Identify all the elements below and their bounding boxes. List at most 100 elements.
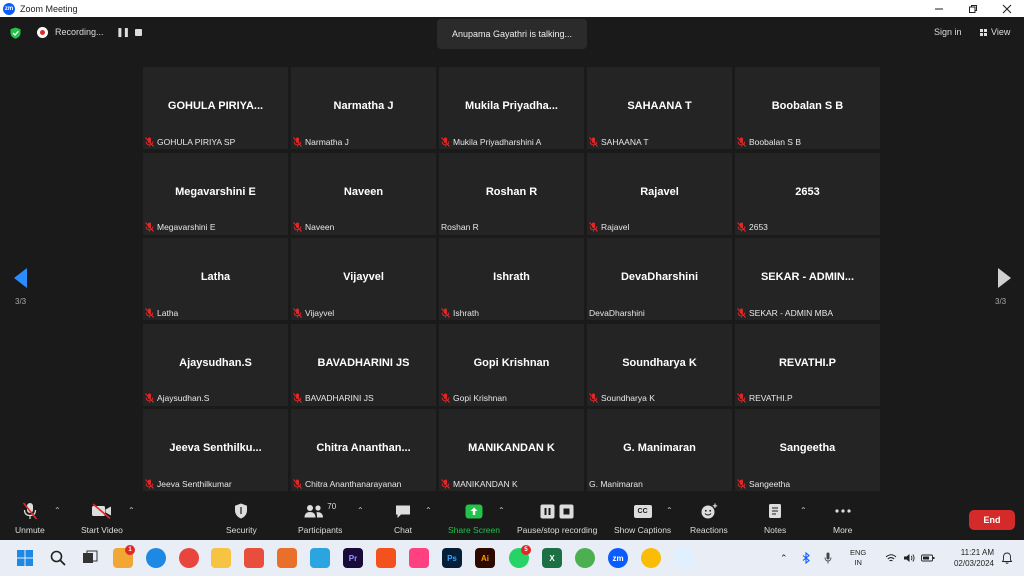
participant-tile[interactable]: Boobalan S B Boobalan S B bbox=[735, 67, 880, 149]
chat-button[interactable]: Chat bbox=[394, 501, 412, 535]
participant-label-text: Narmatha J bbox=[305, 136, 349, 147]
previous-page-arrow-icon[interactable] bbox=[14, 268, 28, 288]
search-icon[interactable] bbox=[48, 548, 68, 568]
start-video-button[interactable]: Start Video bbox=[81, 501, 123, 535]
minimize-button[interactable] bbox=[922, 0, 956, 17]
file-explorer-icon[interactable] bbox=[211, 548, 231, 568]
participant-name-label: Gopi Krishnan bbox=[441, 392, 511, 405]
color-app-icon[interactable] bbox=[409, 548, 429, 568]
tray-overflow-chevron-icon[interactable]: ⌃ bbox=[780, 553, 788, 564]
screen-tool-icon[interactable] bbox=[310, 548, 330, 568]
share-options-chevron-icon[interactable]: ⌃ bbox=[498, 506, 505, 515]
participant-tile[interactable]: MANIKANDAN K MANIKANDAN K bbox=[439, 409, 584, 491]
bluetooth-icon[interactable] bbox=[802, 552, 810, 564]
view-button[interactable]: View bbox=[980, 27, 1010, 37]
participant-display-name: 2653 bbox=[795, 185, 820, 198]
participant-tile[interactable]: Chitra Ananthan... Chitra Ananthanarayana… bbox=[291, 409, 436, 491]
meeting-toolbar: Unmute ⌃ Start Video ⌃ Security 70 Parti… bbox=[0, 496, 1024, 540]
notification-bell-icon[interactable] bbox=[1001, 552, 1013, 564]
participant-tile[interactable]: Soundharya K Soundharya K bbox=[587, 323, 732, 406]
clock[interactable]: 11:21 AM 02/03/2024 bbox=[944, 547, 994, 569]
participant-tile[interactable]: G. Manimaran G. Manimaran bbox=[587, 409, 732, 491]
excel-icon[interactable]: X bbox=[542, 548, 562, 568]
windows-start-icon[interactable] bbox=[15, 548, 35, 568]
language-indicator[interactable]: ENG IN bbox=[850, 548, 866, 568]
participant-tile[interactable]: Latha Latha bbox=[143, 238, 288, 320]
window-controls bbox=[922, 0, 1024, 17]
participant-tile[interactable]: Ajaysudhan.S Ajaysudhan.S bbox=[143, 323, 288, 406]
language-region: IN bbox=[854, 558, 862, 567]
share-screen-icon bbox=[465, 504, 483, 518]
participant-tile[interactable]: REVATHI.P REVATHI.P bbox=[735, 323, 880, 406]
participants-button[interactable]: 70 Participants bbox=[298, 501, 342, 536]
participant-tile[interactable]: Roshan R Roshan R bbox=[439, 152, 584, 235]
chat-icon bbox=[395, 505, 410, 518]
more-button[interactable]: More bbox=[833, 501, 852, 535]
participant-tile[interactable]: 2653 2653 bbox=[735, 152, 880, 235]
paint-icon[interactable] bbox=[244, 548, 264, 568]
audio-options-chevron-icon[interactable]: ⌃ bbox=[54, 506, 61, 515]
participant-tile[interactable]: DevaDharshini DevaDharshini bbox=[587, 238, 732, 320]
chrome-profile-icon[interactable] bbox=[575, 548, 595, 568]
participant-tile[interactable]: GOHULA PIRIYA... GOHULA PIRIYA SP bbox=[143, 67, 288, 149]
participant-tile[interactable]: Rajavel Rajavel bbox=[587, 152, 732, 235]
next-page-arrow-icon[interactable] bbox=[997, 268, 1011, 288]
participant-tile[interactable]: BAVADHARINI JS BAVADHARINI JS bbox=[291, 323, 436, 406]
windows-taskbar: ⌃ ENG IN 11:21 AM 02/03/2024 Pr Ps Ai Xzm 1 5 bbox=[0, 540, 1024, 576]
chat-options-chevron-icon[interactable]: ⌃ bbox=[425, 506, 432, 515]
end-meeting-button[interactable]: End bbox=[969, 510, 1015, 530]
stop-recording-button[interactable] bbox=[135, 29, 142, 36]
snipping-tool-icon[interactable] bbox=[674, 548, 694, 568]
notes-button[interactable]: Notes bbox=[764, 501, 786, 535]
participant-name-label: Naveen bbox=[293, 221, 338, 234]
participant-tile[interactable]: Sangeetha Sangeetha bbox=[735, 409, 880, 491]
participant-label-text: MANIKANDAN K bbox=[453, 478, 518, 489]
share-screen-button[interactable]: Share Screen bbox=[448, 501, 500, 535]
participant-tile[interactable]: SEKAR - ADMIN... SEKAR - ADMIN MBA bbox=[735, 238, 880, 320]
arrow-app-icon[interactable] bbox=[376, 548, 396, 568]
participant-tile[interactable]: Mukila Priyadha... Mukila Priyadharshini … bbox=[439, 67, 584, 149]
participant-name-label: Rajavel bbox=[589, 221, 633, 234]
wifi-icon bbox=[885, 554, 897, 562]
participants-options-chevron-icon[interactable]: ⌃ bbox=[357, 506, 364, 515]
reactions-button[interactable]: Reactions bbox=[690, 501, 728, 535]
participant-tile[interactable]: SAHAANA T SAHAANA T bbox=[587, 67, 732, 149]
participant-name-label: Roshan R bbox=[441, 221, 483, 234]
sign-in-link[interactable]: Sign in bbox=[934, 27, 962, 37]
microphone-tray-icon[interactable] bbox=[824, 552, 832, 564]
edge-icon[interactable] bbox=[146, 548, 166, 568]
close-button[interactable] bbox=[990, 0, 1024, 17]
participant-tile[interactable]: Ishrath Ishrath bbox=[439, 238, 584, 320]
photoshop-icon[interactable]: Ps bbox=[442, 548, 462, 568]
participant-tile[interactable]: Gopi Krishnan Gopi Krishnan bbox=[439, 323, 584, 406]
pause-stop-recording-button[interactable]: Pause/stop recording bbox=[517, 501, 597, 535]
status-icons[interactable] bbox=[885, 540, 935, 576]
participant-display-name: DevaDharshini bbox=[620, 271, 699, 283]
recycle-icon[interactable] bbox=[277, 548, 297, 568]
illustrator-icon[interactable]: Ai bbox=[475, 548, 495, 568]
participant-tile[interactable]: Naveen Naveen bbox=[291, 152, 436, 235]
unmute-button[interactable]: Unmute bbox=[15, 501, 45, 535]
speaker-icon bbox=[904, 554, 915, 562]
participant-tile[interactable]: Megavarshini E Megavarshini E bbox=[143, 152, 288, 235]
chrome-alt-icon[interactable] bbox=[641, 548, 661, 568]
chrome-icon[interactable] bbox=[179, 548, 199, 568]
captions-options-chevron-icon[interactable]: ⌃ bbox=[666, 506, 673, 515]
premiere-icon[interactable]: Pr bbox=[343, 548, 363, 568]
participant-tile[interactable]: Jeeva Senthilku... Jeeva Senthilkumar bbox=[143, 409, 288, 491]
security-button[interactable]: Security bbox=[226, 501, 257, 535]
video-options-chevron-icon[interactable]: ⌃ bbox=[128, 506, 135, 515]
participant-label-text: Gopi Krishnan bbox=[453, 393, 507, 403]
zoom-taskbar-icon[interactable]: zm bbox=[608, 548, 628, 568]
show-captions-button[interactable]: CC Show Captions bbox=[614, 501, 671, 535]
participant-label-text: Naveen bbox=[305, 222, 335, 232]
restore-button[interactable] bbox=[956, 0, 990, 17]
participant-tile[interactable]: Narmatha J Narmatha J bbox=[291, 67, 436, 149]
participant-tile[interactable]: Vijayvel Vijayvel bbox=[291, 238, 436, 320]
participant-name-label: MANIKANDAN K bbox=[441, 477, 522, 490]
task-view-icon[interactable] bbox=[80, 548, 100, 568]
notes-options-chevron-icon[interactable]: ⌃ bbox=[800, 506, 807, 515]
security-shield-icon[interactable] bbox=[10, 27, 21, 39]
participant-name-label: Soundharya K bbox=[589, 392, 659, 405]
pause-recording-button[interactable]: ❚❚ bbox=[116, 27, 130, 38]
